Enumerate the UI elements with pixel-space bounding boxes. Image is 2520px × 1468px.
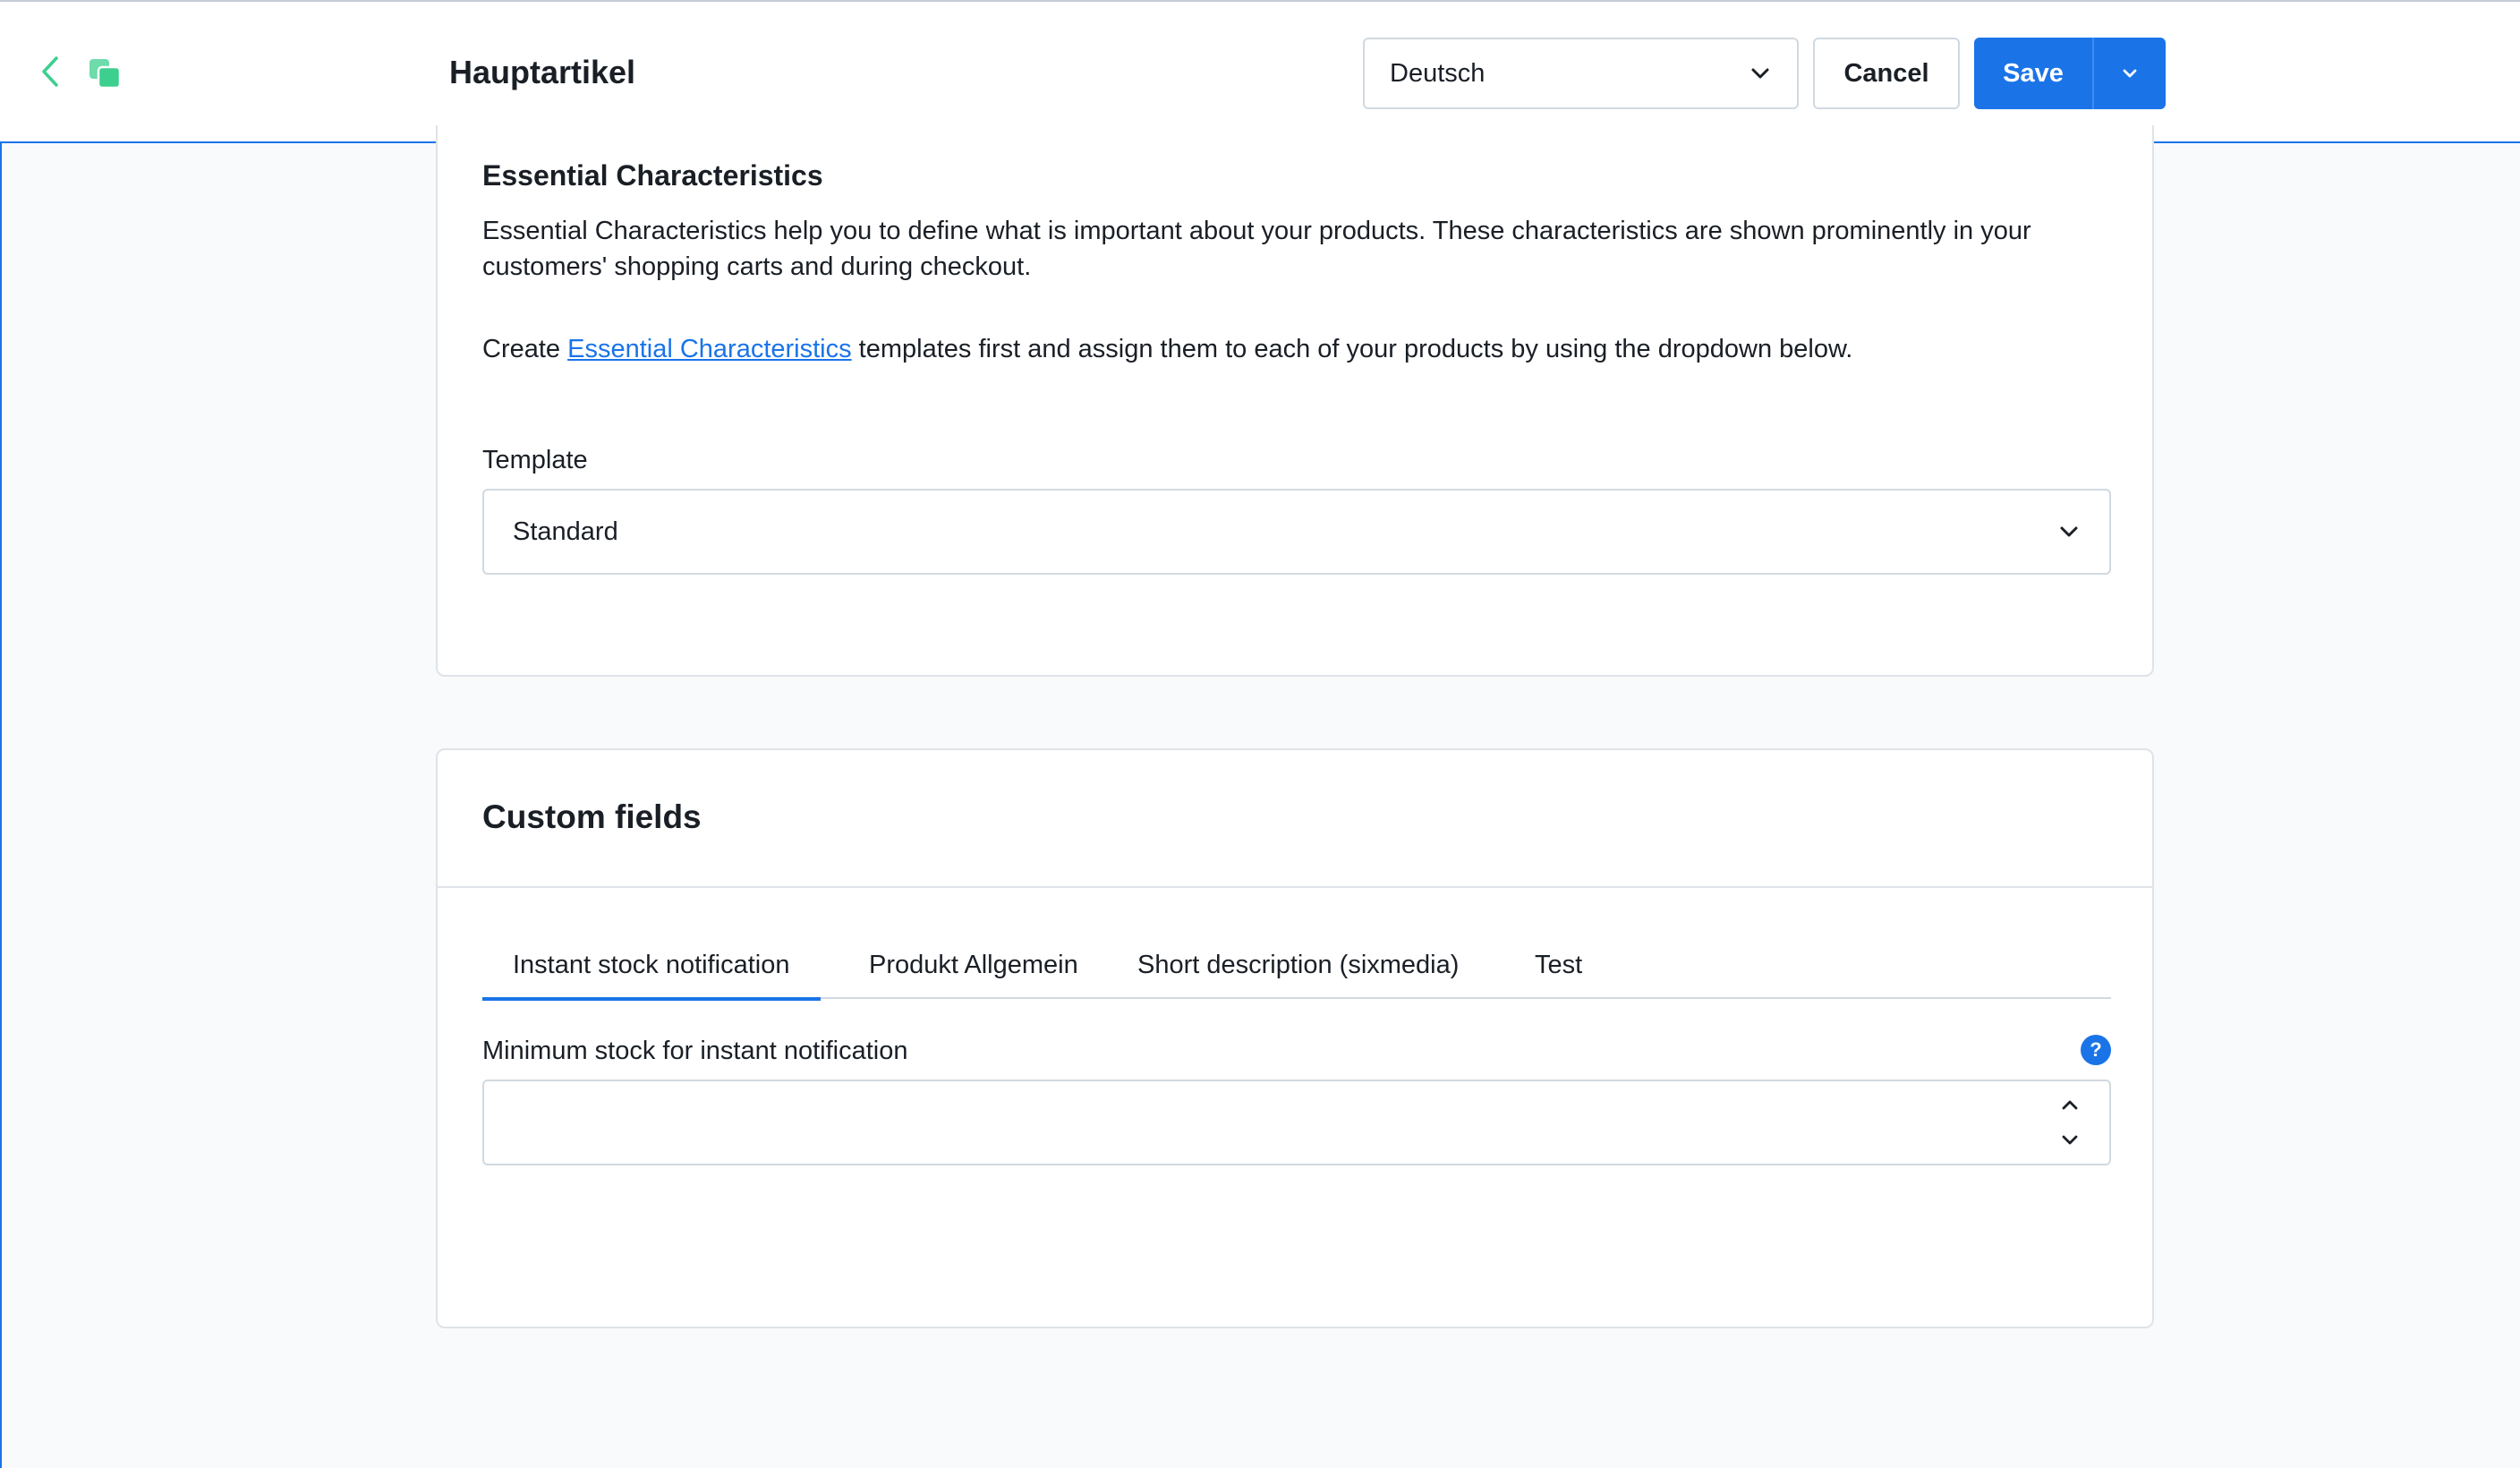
back-button[interactable] xyxy=(32,52,68,91)
help-icon[interactable]: ? xyxy=(2081,1035,2111,1065)
hint-prefix: Create xyxy=(482,335,568,363)
chevron-down-icon xyxy=(1751,68,1769,79)
save-button-group: Save xyxy=(1974,38,2166,109)
minimum-stock-label: Minimum stock for instant notification xyxy=(482,1037,908,1065)
tab-produkt-allgemein[interactable]: Produkt Allgemein xyxy=(869,945,1078,999)
chevron-down-icon xyxy=(2060,526,2078,537)
page-title: Hauptartikel xyxy=(449,54,636,90)
template-select-value: Standard xyxy=(513,516,618,546)
language-select[interactable]: Deutsch xyxy=(1363,38,1799,109)
language-select-value: Deutsch xyxy=(1390,58,1486,88)
essential-characteristics-title: Essential Characteristics xyxy=(482,159,823,192)
custom-fields-card: Custom fields Instant stock notification… xyxy=(436,748,2154,1328)
increment-button[interactable] xyxy=(2057,1092,2082,1117)
divider xyxy=(438,886,2152,888)
essential-characteristics-hint: Create Essential Characteristics templat… xyxy=(482,331,2129,367)
template-select[interactable]: Standard xyxy=(482,489,2111,575)
essential-characteristics-description: Essential Characteristics help you to de… xyxy=(482,217,2031,281)
essential-characteristics-link[interactable]: Essential Characteristics xyxy=(567,335,852,363)
tab-test[interactable]: Test xyxy=(1535,945,1582,999)
cancel-button[interactable]: Cancel xyxy=(1813,38,1960,109)
copy-icon[interactable] xyxy=(88,57,122,90)
hint-suffix: templates first and assign them to each … xyxy=(851,335,1853,363)
chevron-down-icon xyxy=(2062,1135,2078,1145)
template-label: Template xyxy=(482,446,588,474)
content-left-border xyxy=(0,143,2,1468)
save-button[interactable]: Save xyxy=(1974,38,2094,109)
chevron-down-icon xyxy=(2123,69,2137,78)
chevron-left-icon xyxy=(42,56,58,87)
save-options-button[interactable] xyxy=(2094,38,2166,109)
custom-fields-tabs: Instant stock notification Produkt Allge… xyxy=(482,945,2111,1001)
chevron-up-icon xyxy=(2062,1100,2078,1110)
decrement-button[interactable] xyxy=(2057,1128,2082,1153)
custom-fields-title: Custom fields xyxy=(482,798,702,835)
minimum-stock-input[interactable] xyxy=(482,1080,2111,1165)
top-bar: Hauptartikel Deutsch Cancel Save xyxy=(0,2,2520,143)
tab-short-description-sixmedia[interactable]: Short description (sixmedia) xyxy=(1137,945,1459,999)
tab-instant-stock-notification[interactable]: Instant stock notification xyxy=(482,945,820,1001)
essential-characteristics-card: Essential Characteristics Essential Char… xyxy=(436,125,2154,677)
